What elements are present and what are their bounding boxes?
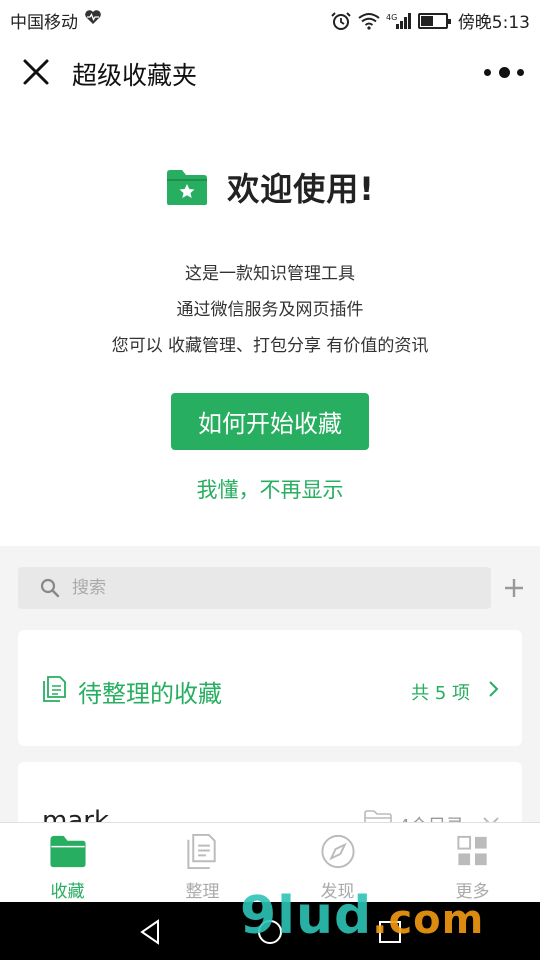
welcome-description: 这是一款知识管理工具 通过微信服务及网页插件 您可以 收藏管理、打包分享 有价值… xyxy=(0,256,540,364)
watermark-main: 9lud xyxy=(240,886,373,946)
document-icon xyxy=(43,676,66,702)
folder-name: mark xyxy=(42,806,110,822)
battery-icon xyxy=(417,12,451,29)
status-bar: 中国移动 4G 傍晚5:13 xyxy=(0,0,540,36)
tab-favorites[interactable]: 收藏 xyxy=(0,823,135,902)
welcome-heading: 欢迎使用! xyxy=(227,170,375,208)
search-input[interactable] xyxy=(72,578,452,598)
back-icon[interactable] xyxy=(136,917,166,947)
description-line: 您可以 收藏管理、打包分享 有价值的资讯 xyxy=(111,336,429,356)
documents-icon xyxy=(186,833,216,870)
watermark-tld: .com xyxy=(372,897,485,943)
more-options-icon[interactable] xyxy=(484,58,524,86)
folder-icon xyxy=(364,810,392,822)
how-to-start-button[interactable]: 如何开始收藏 xyxy=(171,393,369,450)
tab-label: 整理 xyxy=(185,882,220,902)
site-watermark: 9lud.com xyxy=(240,886,484,946)
app-header: 超级收藏夹 xyxy=(0,36,540,110)
clock-label: 傍晚5:13 xyxy=(457,13,530,33)
wifi-icon xyxy=(358,12,380,30)
folder-card-mark[interactable]: mark 4个目录 xyxy=(18,762,522,822)
favorites-content: 待整理的收藏 共 5 项 mark 4个目录 xyxy=(0,546,540,822)
add-icon[interactable] xyxy=(504,578,524,598)
tab-label: 收藏 xyxy=(50,882,85,902)
close-icon[interactable] xyxy=(20,56,52,88)
directory-count: 4个目录 xyxy=(399,812,464,822)
health-heart-icon xyxy=(85,10,101,24)
search-icon xyxy=(40,578,60,598)
pending-favorites-label: 待整理的收藏 xyxy=(78,680,222,708)
compass-icon xyxy=(320,834,355,869)
search-bar[interactable] xyxy=(18,567,491,609)
favorites-folder-icon xyxy=(167,170,208,205)
page-title: 超级收藏夹 xyxy=(72,61,198,90)
description-line: 这是一款知识管理工具 xyxy=(185,264,355,284)
pending-favorites-card[interactable]: 待整理的收藏 共 5 项 xyxy=(18,630,522,746)
svg-text:4G: 4G xyxy=(386,13,397,22)
dismiss-link[interactable]: 我懂，不再显示 xyxy=(0,474,540,504)
welcome-panel: 欢迎使用! 这是一款知识管理工具 通过微信服务及网页插件 您可以 收藏管理、打包… xyxy=(0,110,540,546)
description-line: 通过微信服务及网页插件 xyxy=(176,300,364,320)
alarm-icon xyxy=(331,11,351,30)
chevron-right-icon xyxy=(489,681,499,697)
pending-count: 共 5 项 xyxy=(411,683,470,704)
folder-icon xyxy=(49,835,86,868)
carrier-label: 中国移动 xyxy=(10,13,78,33)
grid-icon xyxy=(456,835,487,866)
cellular-signal-icon: 4G xyxy=(386,12,411,29)
